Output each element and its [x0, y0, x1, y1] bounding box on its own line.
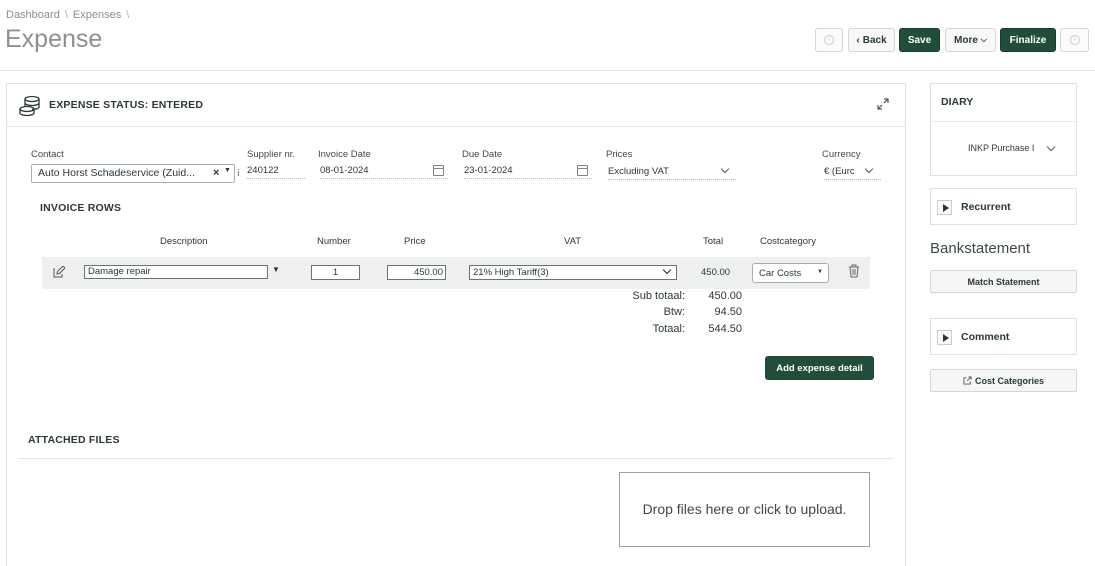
column-header-price: Price: [404, 236, 426, 247]
prices-select[interactable]: Excluding VAT: [608, 163, 736, 180]
breadcrumb-expenses[interactable]: Expenses: [73, 9, 121, 21]
invoice-date-input[interactable]: 08-01-2024: [320, 162, 448, 179]
currency-label: Currency: [822, 149, 861, 160]
price-input[interactable]: 450.00: [387, 265, 446, 280]
recurrent-title: Recurrent: [961, 201, 1011, 213]
vat-select[interactable]: 21% High Tariff(3): [469, 265, 677, 280]
diary-title: DIARY: [941, 96, 974, 108]
expand-arrow-icon[interactable]: [937, 330, 952, 345]
match-statement-button[interactable]: Match Statement: [930, 270, 1077, 293]
coins-icon: [19, 95, 40, 117]
back-label: Back: [862, 34, 887, 46]
add-expense-detail-button[interactable]: Add expense detail: [765, 356, 874, 380]
diary-divider: [931, 121, 1076, 122]
column-header-description: Description: [160, 236, 208, 247]
expand-icon[interactable]: [877, 98, 889, 110]
column-header-vat: VAT: [564, 236, 582, 247]
comment-title: Comment: [961, 331, 1010, 343]
expense-card: EXPENSE STATUS: ENTERED Contact Auto Hor…: [6, 83, 906, 566]
breadcrumb: Dashboard \ Expenses \: [6, 9, 134, 21]
finalize-label: Finalize: [1009, 34, 1047, 46]
calendar-icon[interactable]: [577, 165, 588, 176]
diary-select[interactable]: INKP Purchase I: [968, 143, 1044, 156]
supplier-input[interactable]: 240122: [247, 162, 305, 179]
expense-status-title: EXPENSE STATUS: ENTERED: [49, 99, 204, 111]
finalize-button[interactable]: Finalize: [1000, 28, 1056, 52]
external-link-icon: [963, 376, 972, 385]
cost-categories-button[interactable]: Cost Categories: [930, 369, 1077, 392]
row-total: 450.00: [701, 267, 731, 278]
breadcrumb-separator: \: [64, 9, 68, 21]
comment-card[interactable]: Comment: [930, 318, 1077, 355]
edit-icon[interactable]: [53, 266, 65, 278]
info-icon: ⅰ: [237, 168, 240, 178]
prices-label: Prices: [606, 149, 633, 160]
cost-categories-label: Cost Categories: [974, 375, 1045, 386]
save-label: Save: [907, 34, 932, 46]
calendar-icon[interactable]: [433, 165, 444, 176]
next-button[interactable]: ›: [1060, 28, 1089, 52]
due-date-input[interactable]: 23-01-2024: [464, 162, 592, 179]
column-header-number: Number: [317, 236, 351, 247]
caret-down-icon[interactable]: ▼: [224, 167, 231, 174]
subtotal-value: 450.00: [708, 290, 742, 302]
chevron-left-icon: ‹: [856, 34, 860, 46]
caret-down-icon[interactable]: ▼: [272, 265, 280, 274]
attached-files-divider: [18, 458, 893, 459]
clear-icon[interactable]: ×: [212, 167, 221, 179]
total-value: 544.50: [708, 323, 742, 335]
contact-label: Contact: [31, 149, 64, 160]
supplier-label: Supplier nr.: [247, 149, 296, 160]
column-header-costcategory: Costcategory: [760, 236, 816, 247]
chevron-down-icon: [1046, 142, 1056, 152]
back-button[interactable]: ‹ Back: [848, 28, 895, 52]
card-header: EXPENSE STATUS: ENTERED: [7, 84, 905, 127]
column-header-total: Total: [703, 236, 724, 247]
recurrent-card[interactable]: Recurrent: [930, 188, 1077, 225]
attached-files-title: ATTACHED FILES: [28, 434, 120, 446]
more-label: More: [954, 34, 978, 46]
circle-right-icon: ›: [1069, 35, 1080, 45]
currency-select[interactable]: € (Eurc: [824, 163, 881, 180]
caret-down-icon: ▼: [817, 269, 823, 275]
breadcrumb-dashboard[interactable]: Dashboard: [6, 9, 60, 21]
circle-left-icon: ‹: [824, 35, 834, 45]
more-button[interactable]: More ⌵: [945, 28, 996, 52]
invoice-date-label: Invoice Date: [318, 149, 371, 160]
bankstatement-title: Bankstatement: [930, 240, 1031, 257]
expand-arrow-icon[interactable]: [937, 200, 952, 215]
breadcrumb-separator: \: [126, 9, 130, 21]
header-divider: [0, 70, 1095, 71]
contact-select[interactable]: Auto Horst Schadeservice (Zuid...: [31, 164, 235, 183]
page-title: Expense: [5, 25, 103, 53]
due-date-label: Due Date: [462, 149, 503, 160]
btw-value: 94.50: [714, 306, 742, 318]
description-input[interactable]: Damage repair: [84, 265, 268, 279]
diary-card: DIARY INKP Purchase I: [930, 83, 1077, 176]
previous-button[interactable]: ‹: [815, 28, 843, 52]
chevron-down-icon: ⌵: [980, 35, 987, 44]
save-button[interactable]: Save: [899, 28, 940, 52]
invoice-rows-title: INVOICE ROWS: [40, 202, 122, 214]
number-input[interactable]: 1: [311, 265, 360, 280]
file-dropzone[interactable]: Drop files here or click to upload.: [619, 472, 870, 547]
trash-icon[interactable]: [848, 264, 860, 278]
